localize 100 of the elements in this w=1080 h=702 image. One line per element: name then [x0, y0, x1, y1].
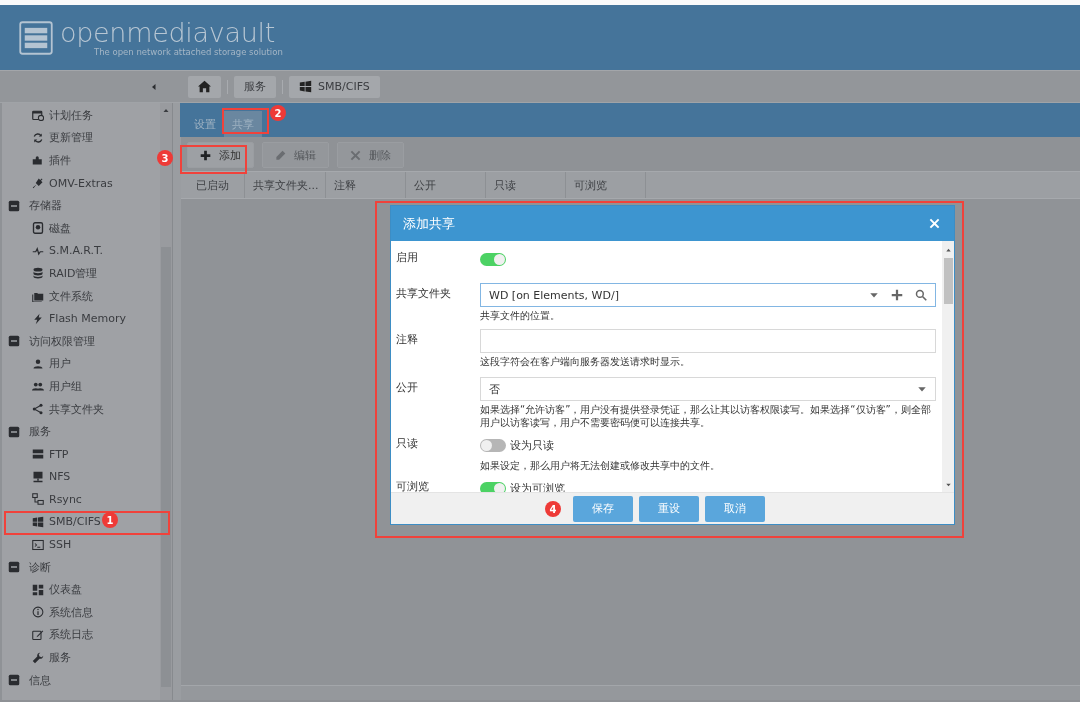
sidebar-item[interactable]: 系统信息 [2, 601, 93, 624]
network-icon [32, 493, 44, 506]
caret-down-icon [917, 384, 927, 394]
dialog-title: 添加共享 [403, 214, 455, 233]
column-header[interactable]: 共享文件夹... [245, 172, 326, 198]
dashboard-icon [32, 583, 44, 596]
caret-down-icon [869, 290, 879, 300]
scrollbar[interactable] [942, 241, 954, 492]
sidebar-item[interactable]: 用户 [2, 352, 71, 376]
terminal-icon [32, 538, 44, 551]
sidebar-item[interactable]: 计划任务 [2, 104, 93, 127]
plug-icon [32, 177, 44, 190]
sidebar-item[interactable]: S.M.A.R.T. [2, 239, 103, 263]
field-label: 启用 [396, 250, 419, 266]
sidebar-group[interactable]: 访问权限管理 [2, 329, 95, 353]
dropdown-field[interactable]: 否 [480, 377, 936, 401]
sidebar-item[interactable]: 文件系统 [2, 284, 93, 308]
splitter-handle[interactable] [172, 103, 181, 700]
user-icon [32, 357, 44, 370]
close-button[interactable] [929, 218, 940, 229]
sidebar-item[interactable]: 插件 [2, 149, 71, 172]
scroll-up-icon [162, 107, 170, 115]
scroll-up-icon [944, 247, 952, 254]
column-header[interactable]: 已启动 [181, 172, 245, 198]
field-hint: 共享文件的位置。 [480, 309, 561, 322]
dialog-button[interactable]: 保存 [572, 495, 633, 522]
info-icon [32, 606, 44, 619]
database-icon [32, 267, 44, 280]
breadcrumb-item[interactable]: SMB/CIFS [289, 75, 380, 98]
caret-left-icon [150, 82, 158, 91]
users-icon [32, 380, 44, 393]
bolt-icon [32, 312, 44, 325]
dropdown-field[interactable]: WD [on Elements, WD/] [480, 283, 936, 307]
field-label: 公开 [396, 380, 419, 396]
plus-icon [891, 289, 903, 301]
folders-icon [32, 290, 44, 303]
sidebar-item[interactable]: 磁盘 [2, 216, 71, 240]
column-header[interactable]: 可浏览 [566, 172, 646, 198]
server-icon [32, 448, 44, 461]
sidebar-item[interactable]: 仪表盘 [2, 578, 82, 602]
sidebar-item[interactable]: 共享文件夹 [2, 397, 104, 421]
sidebar-item[interactable]: 系统日志 [2, 623, 93, 647]
field-label: 共享文件夹 [396, 286, 452, 302]
home-button[interactable] [188, 75, 221, 98]
plus-icon [200, 149, 211, 161]
sidebar-item[interactable]: RAID管理 [2, 262, 98, 285]
home-icon [198, 80, 211, 93]
field-hint: 如果选择“允许访客”，用户没有提供登录凭证，那么让其以访客权限读写。如果选择“仅访客”，则全部用户以访客读写，用户不需要密码便可以连接共享。 [480, 403, 932, 429]
sidebar-item[interactable]: FTP [2, 442, 69, 466]
toolbar-button[interactable]: 添加 [187, 142, 254, 168]
sidebar-group[interactable]: 信息 [2, 668, 51, 692]
close-icon [929, 218, 940, 229]
puzzle-icon [32, 154, 44, 167]
close-icon [350, 149, 361, 161]
field-hint: 如果设定，那么用户将无法创建或修改共享中的文件。 [480, 459, 721, 472]
tab[interactable]: 设置 [186, 111, 224, 137]
server-logo-icon [18, 19, 54, 56]
dialog-button[interactable]: 取消 [704, 495, 765, 522]
dialog-button[interactable]: 重设 [638, 495, 699, 522]
scrollbar-thumb[interactable] [943, 258, 953, 304]
monitor-icon [32, 470, 44, 483]
calendar-icon [32, 109, 44, 122]
scroll-down-icon [944, 481, 952, 488]
tagline: The open network attached storage solution [94, 46, 283, 57]
column-header[interactable]: 公开 [406, 172, 486, 198]
column-header[interactable]: 注释 [326, 172, 406, 198]
sidebar-item[interactable]: SMB/CIFS [2, 510, 101, 534]
field-label: 只读 [396, 436, 419, 452]
logo-title: openmediavault [60, 18, 276, 47]
highlight-frame [222, 108, 269, 134]
sidebar-item[interactable]: SSH [2, 533, 72, 556]
sidebar-group[interactable]: 诊断 [2, 555, 51, 579]
sidebar-item[interactable]: Rsync [2, 488, 82, 511]
wrench-icon [32, 651, 44, 664]
sidebar-group[interactable]: 服务 [2, 420, 51, 443]
column-header[interactable]: 只读 [486, 172, 566, 198]
pencil-icon [275, 149, 286, 161]
toggle-switch[interactable] [480, 438, 506, 452]
scrollbar[interactable] [160, 103, 172, 700]
pulse-icon [32, 244, 44, 257]
field-label: 可浏览 [396, 479, 430, 492]
sidebar-item[interactable]: 服务 [2, 646, 71, 669]
share-icon [32, 403, 44, 415]
refresh-icon [32, 131, 44, 144]
sidebar-item[interactable]: 用户组 [2, 375, 82, 398]
field-label: 注释 [396, 332, 419, 348]
input-field[interactable] [480, 329, 936, 353]
toggle-switch[interactable] [480, 252, 506, 266]
windows-icon [32, 516, 44, 528]
sidebar-item[interactable]: OMV-Extras [2, 171, 113, 195]
sidebar-item[interactable]: 更新管理 [2, 126, 93, 150]
windows-icon [299, 80, 312, 93]
scrollbar-thumb[interactable] [161, 247, 171, 687]
highlight-frame [180, 145, 247, 174]
search-icon [915, 289, 927, 301]
sidebar-group[interactable]: 存储器 [2, 194, 62, 217]
breadcrumb-item[interactable]: 服务 [234, 75, 276, 98]
sidebar-item[interactable]: NFS [2, 465, 71, 489]
sidebar-item[interactable]: Flash Memory [2, 307, 127, 330]
edit-icon [32, 628, 44, 641]
